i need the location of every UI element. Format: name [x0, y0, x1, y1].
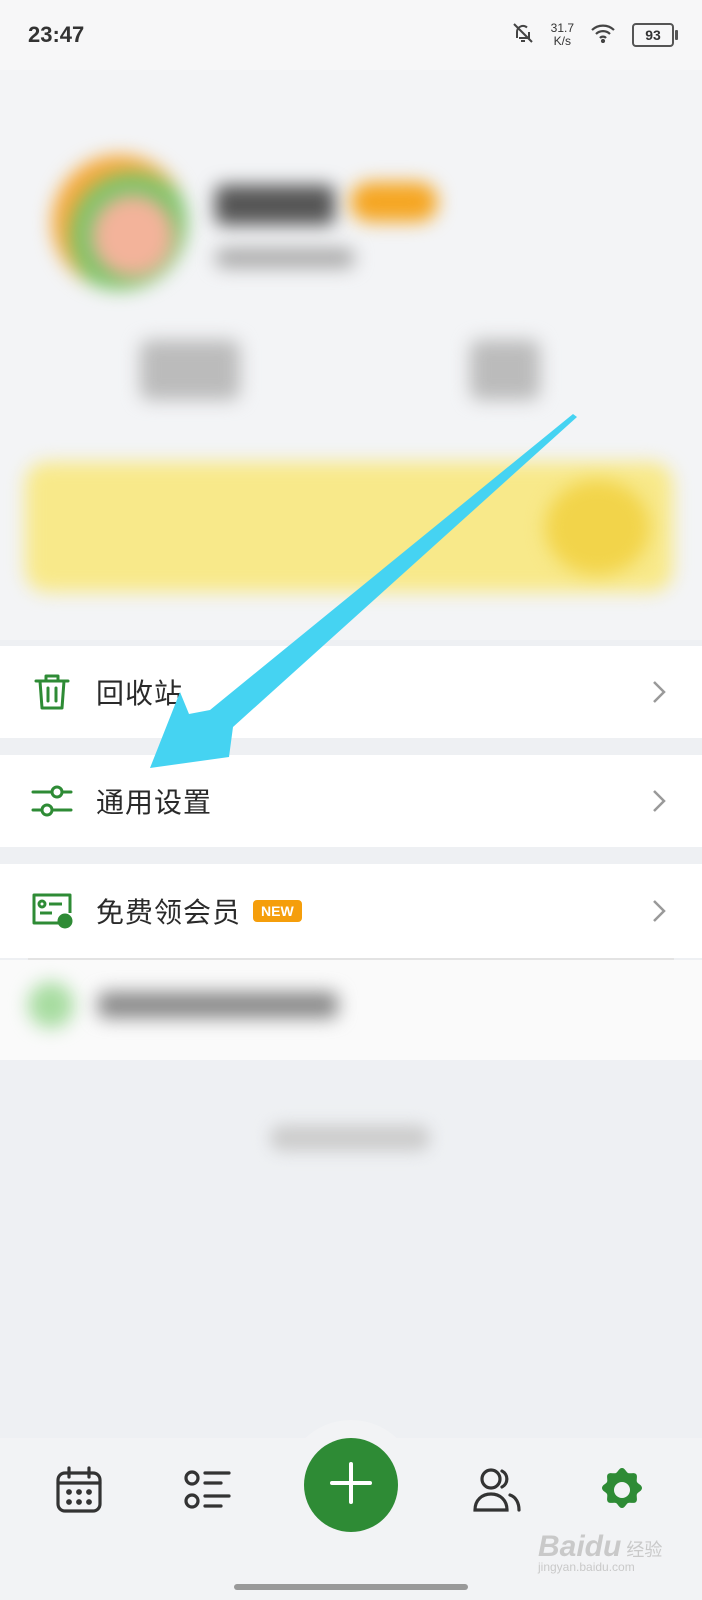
annotation-arrow: [150, 414, 577, 768]
